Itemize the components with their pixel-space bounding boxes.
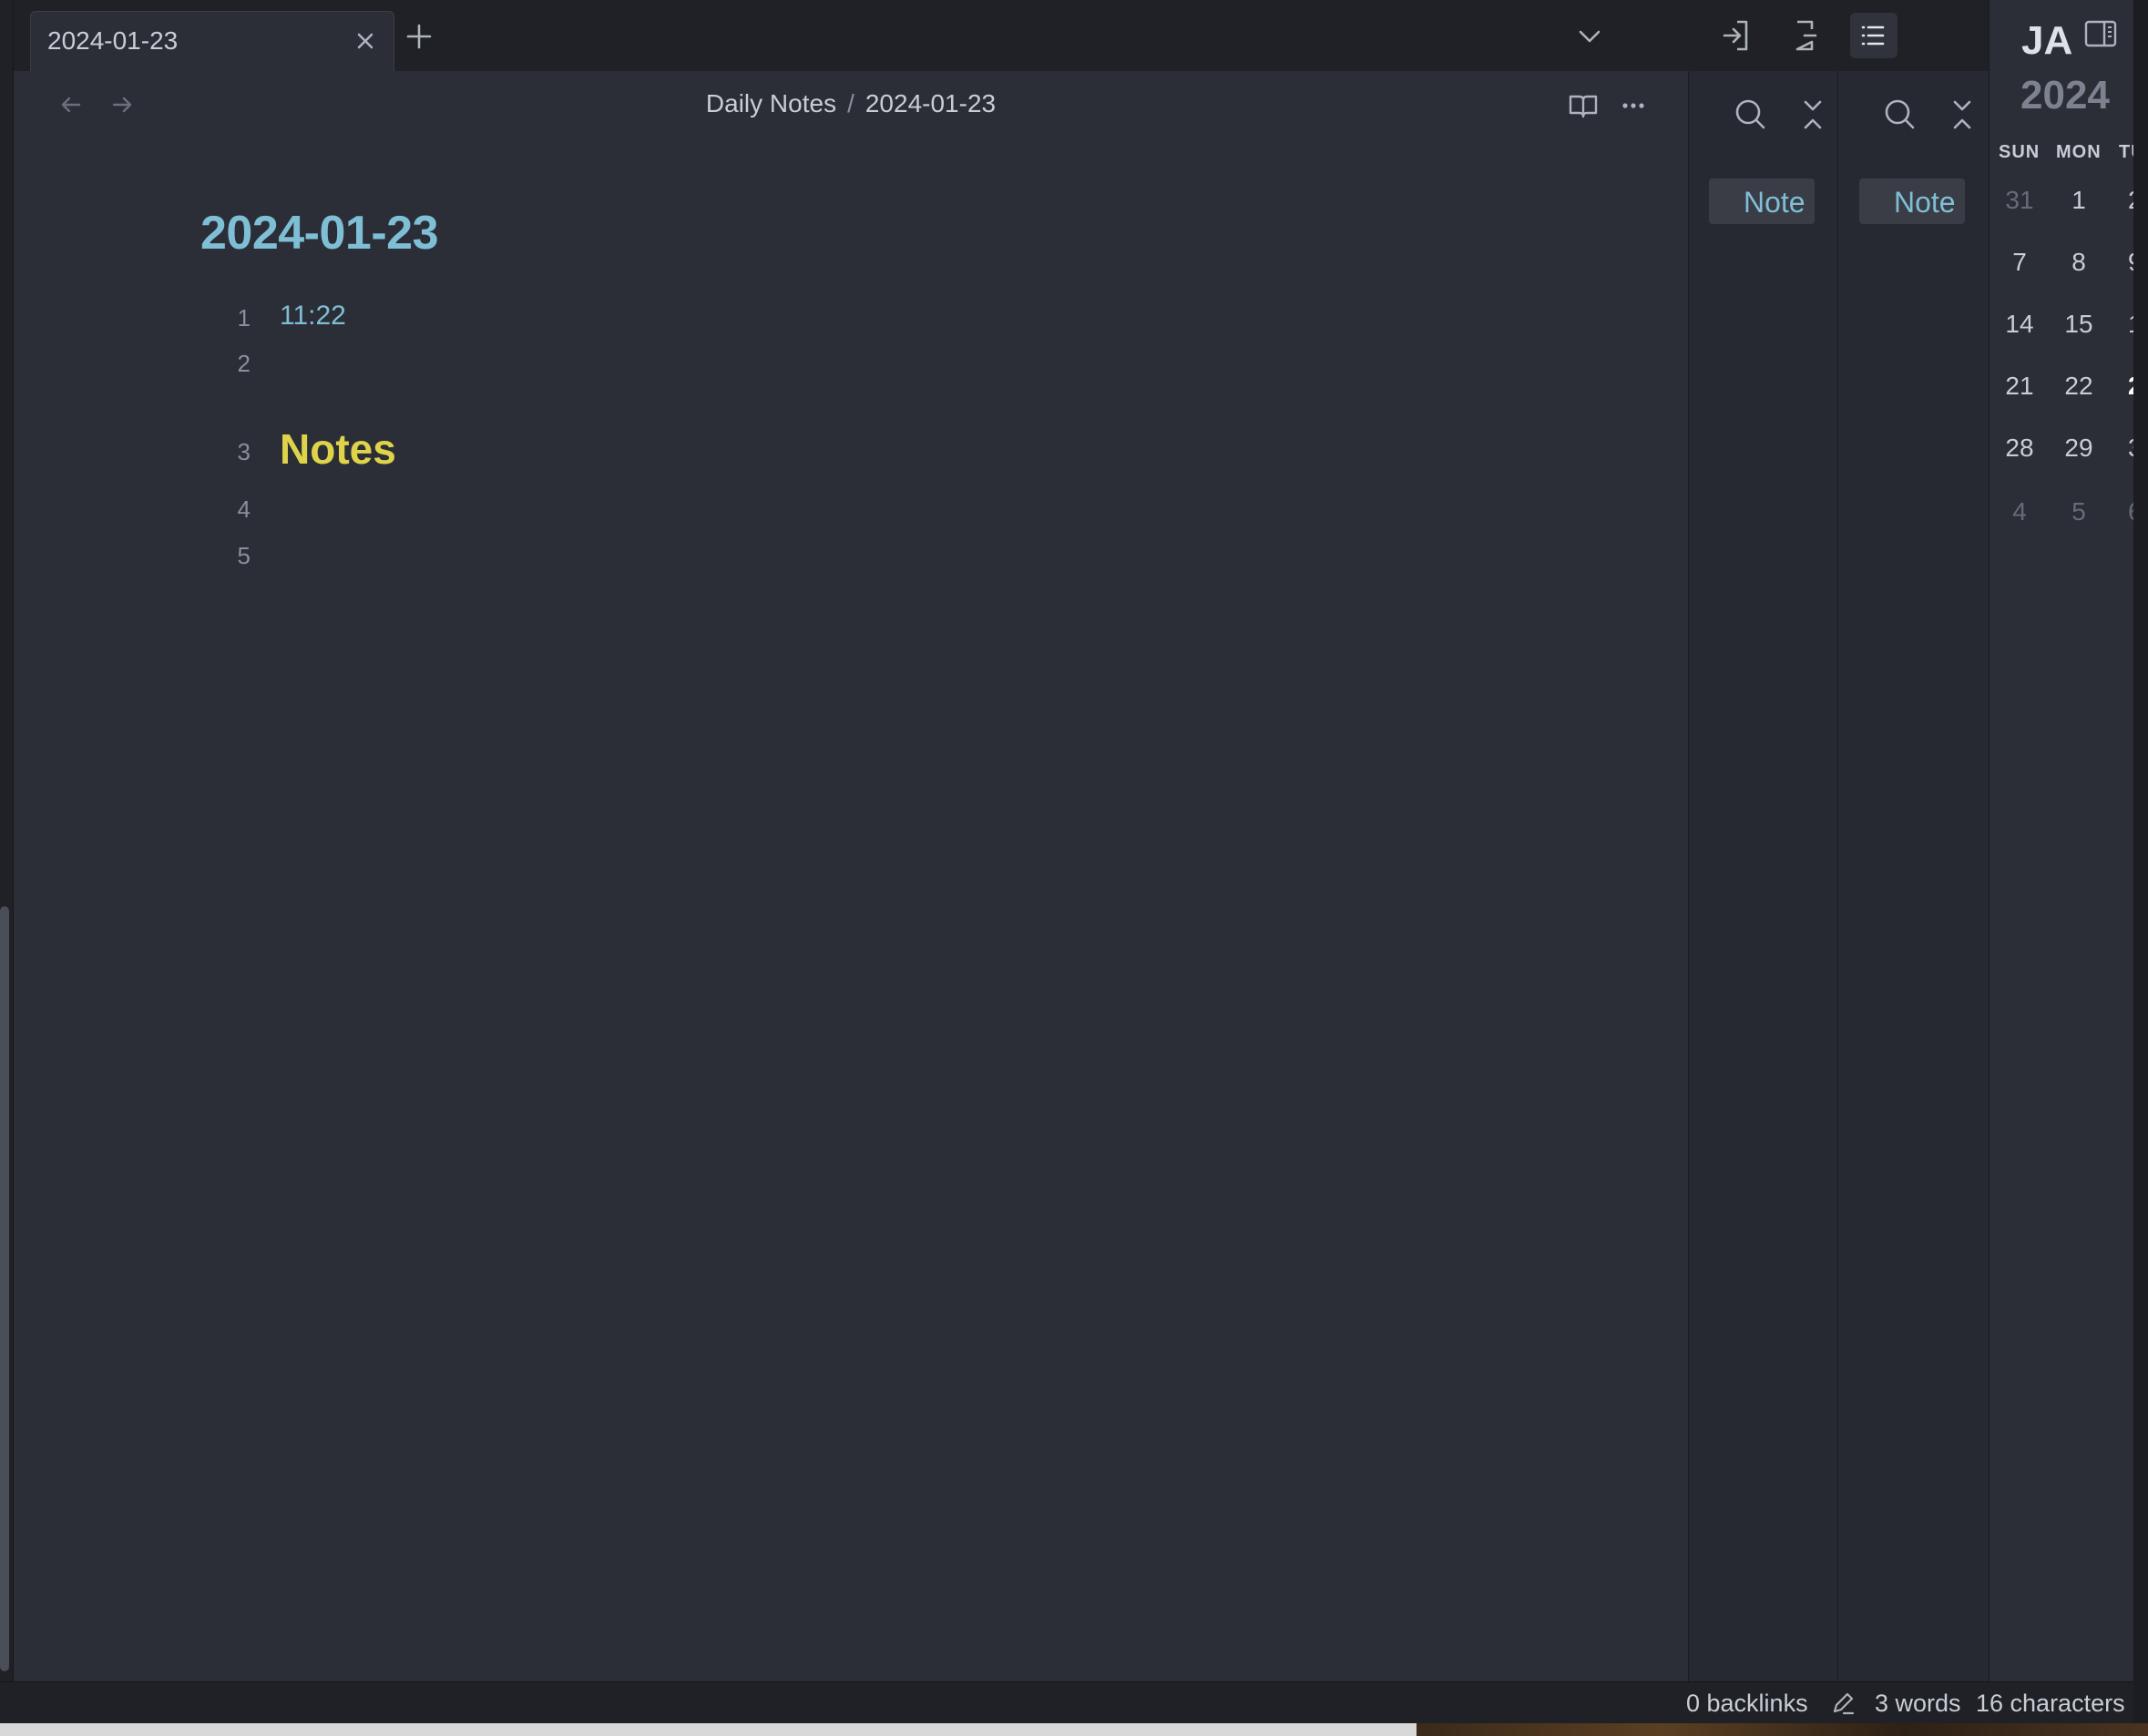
note-item[interactable]: Note — [1859, 179, 1965, 224]
calendar-day[interactable]: 4 — [1992, 497, 2047, 526]
sidebar-right-icon[interactable] — [2081, 16, 2121, 53]
calendar-day[interactable]: 28 — [1992, 434, 2047, 463]
line-number: 2 — [237, 350, 251, 377]
calendar-day[interactable]: 7 — [1992, 248, 2047, 277]
right-pane-2: Note — [1837, 71, 1989, 1681]
status-backlinks[interactable]: 0 backlinks — [1686, 1690, 1808, 1718]
pencil-icon[interactable] — [1827, 1688, 1858, 1719]
desktop-edge — [2133, 0, 2148, 1736]
collapse-icon[interactable] — [1942, 95, 1982, 135]
file-exit-icon[interactable] — [1781, 13, 1828, 58]
calendar-year: 2024 — [2020, 73, 2110, 117]
view-header: Daily Notes / 2024-01-23 — [14, 71, 1688, 140]
line-number: 1 — [237, 304, 251, 332]
weekday-label: SUN — [1999, 142, 2041, 162]
log-in-icon[interactable] — [1712, 13, 1759, 58]
calendar-day[interactable]: 6 — [2112, 497, 2133, 526]
calendar-day[interactable]: 8 — [2051, 248, 2106, 277]
status-bar: 0 backlinks 3 words 16 characters — [0, 1681, 2133, 1723]
tab-title: 2024-01-23 — [47, 26, 179, 55]
calendar-day[interactable]: 29 — [2051, 434, 2106, 463]
calendar-day[interactable]: 1 — [2051, 186, 2106, 215]
book-open-icon[interactable] — [1565, 87, 1601, 124]
calendar-panel: JA 2024 SUN MON TU 31 1 2 7 8 9 14 15 1 … — [1989, 0, 2133, 1681]
weekday-label: MON — [2056, 142, 2102, 162]
line-number: 4 — [237, 495, 251, 523]
editor[interactable]: 2024-01-23 1 11:22 2 3 Notes 4 5 — [14, 140, 1688, 1681]
status-word-count: 3 words — [1875, 1690, 1961, 1717]
tab-active[interactable]: 2024-01-23 — [30, 11, 394, 71]
chevron-down-icon[interactable] — [1571, 18, 1608, 55]
right-pane-1: Note — [1688, 71, 1837, 1681]
inline-title[interactable]: 2024-01-23 — [200, 206, 439, 260]
breadcrumb-folder[interactable]: Daily Notes — [706, 89, 836, 117]
search-icon[interactable] — [1880, 95, 1920, 135]
breadcrumb-file[interactable]: 2024-01-23 — [865, 89, 996, 117]
weekday-label: TU — [2119, 142, 2133, 162]
collapse-icon[interactable] — [1793, 95, 1833, 135]
desktop-wallpaper — [1417, 1723, 2148, 1736]
right-sidebar-tab-bar — [1688, 0, 1989, 71]
desktop-edge — [0, 1723, 1417, 1736]
line-text[interactable]: 11:22 — [280, 301, 346, 332]
line-number: 3 — [237, 438, 251, 465]
calendar-day[interactable]: 22 — [2051, 372, 2106, 401]
close-icon[interactable] — [350, 26, 381, 56]
left-ribbon — [0, 0, 14, 1681]
calendar-day[interactable]: 14 — [1992, 310, 2047, 339]
note-item[interactable]: Note — [1709, 179, 1815, 224]
calendar-day[interactable]: 31 — [1992, 186, 2047, 215]
breadcrumb-separator: / — [847, 89, 854, 117]
list-icon[interactable] — [1850, 13, 1897, 58]
calendar-day[interactable]: 1 — [2112, 310, 2133, 339]
line-number: 5 — [237, 542, 251, 569]
calendar-day[interactable]: 3 — [2112, 434, 2133, 463]
calendar-day[interactable]: 15 — [2051, 310, 2106, 339]
status-character-count: 16 characters — [1976, 1690, 2125, 1717]
calendar-day[interactable]: 2 — [2112, 186, 2133, 215]
search-icon[interactable] — [1731, 95, 1771, 135]
calendar-day[interactable]: 21 — [1992, 372, 2047, 401]
heading-notes[interactable]: Notes — [280, 424, 396, 474]
left-scrollbar[interactable] — [0, 906, 9, 1671]
calendar-month: JA — [2021, 18, 2073, 63]
calendar-day[interactable]: 5 — [2051, 497, 2106, 526]
plus-icon[interactable] — [401, 18, 437, 55]
calendar-day-today[interactable]: 2 — [2112, 372, 2133, 401]
more-horizontal-icon[interactable] — [1615, 87, 1652, 124]
breadcrumb: Daily Notes / 2024-01-23 — [14, 89, 1688, 118]
obsidian-window: 2024-01-23 Daily Notes / 2024-01-23 2024… — [0, 0, 2133, 1736]
calendar-day[interactable]: 9 — [2112, 248, 2133, 277]
